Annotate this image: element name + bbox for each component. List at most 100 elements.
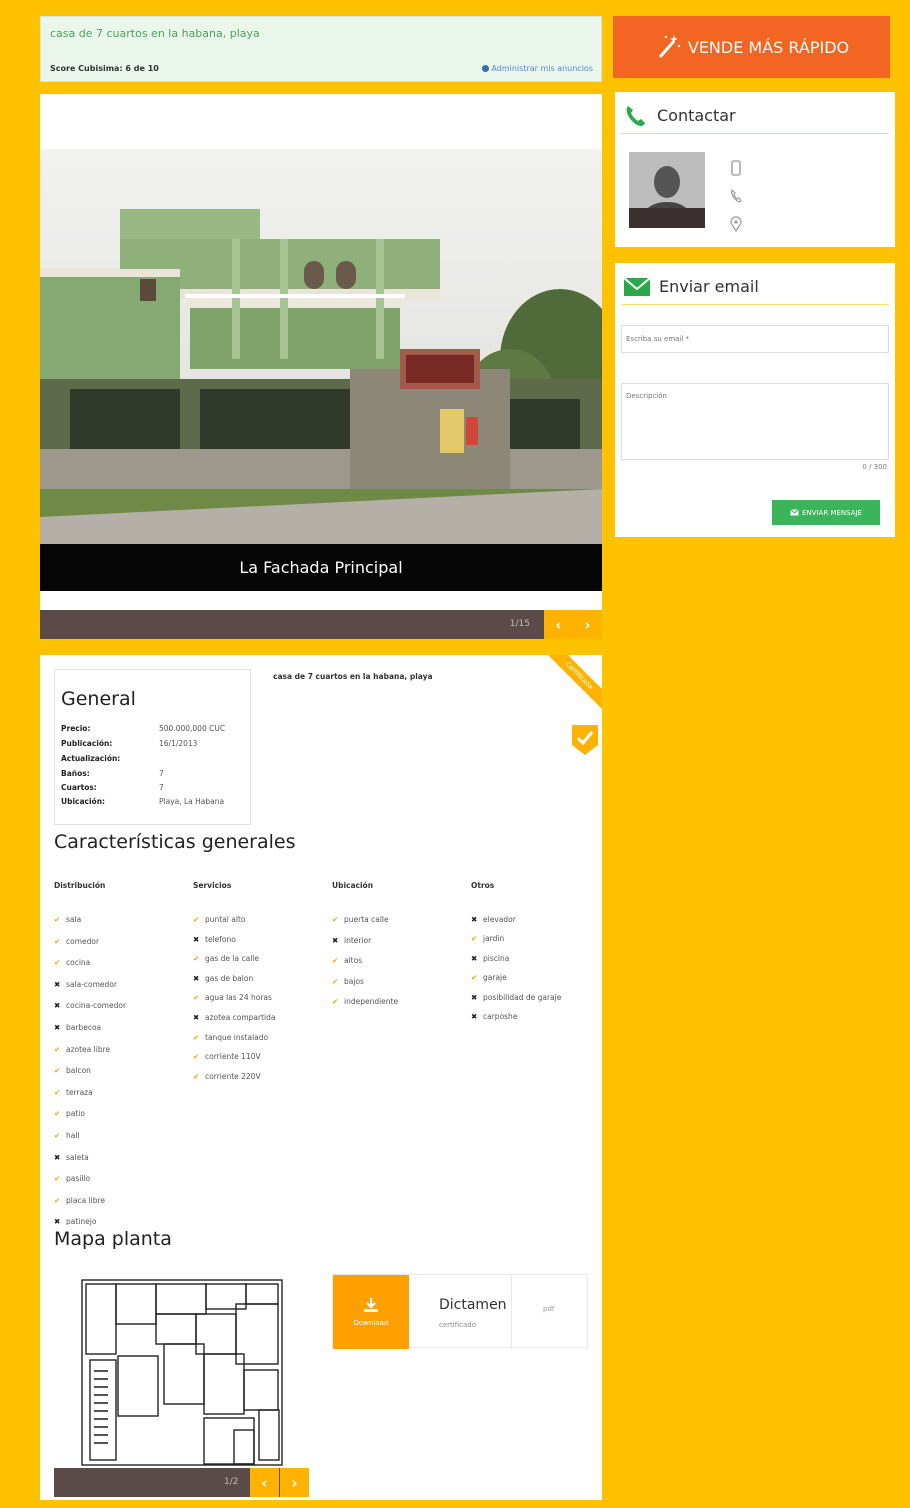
feature-label: balcon: [66, 1066, 91, 1076]
general-heading: General: [61, 688, 136, 710]
feature-item: ✔ patio: [54, 1109, 85, 1118]
general-row: Precio: 500.000,000 CUC: [61, 724, 225, 733]
feature-label: puerta calle: [344, 915, 389, 924]
plan-heading: Mapa planta: [54, 1228, 172, 1250]
check-icon: ✔: [54, 1131, 61, 1140]
check-icon: ✔: [193, 954, 200, 964]
cross-icon: ✖: [471, 915, 478, 924]
feature-item: ✖ carposhe: [471, 1012, 517, 1021]
magic-wand-icon: [658, 35, 681, 58]
feature-label: elevador: [483, 915, 516, 924]
download-icon: [364, 1298, 378, 1312]
document-extension: pdf: [543, 1305, 555, 1313]
description-field[interactable]: [621, 383, 889, 460]
feature-column-heading: Distribución: [54, 881, 106, 890]
plan-counter: 1/2: [224, 1477, 239, 1487]
feature-label: piscina: [483, 953, 510, 963]
general-row-key: Ubicación:: [61, 797, 106, 806]
check-icon: ✔: [193, 1071, 200, 1081]
feature-item: ✖ interior: [332, 936, 371, 945]
feature-item: ✖ gas de balon: [193, 974, 253, 983]
plan-prev-button[interactable]: ‹: [250, 1468, 279, 1497]
feature-label: hall: [66, 1131, 80, 1140]
check-icon: ✔: [471, 934, 478, 944]
feature-label: azotea compartida: [205, 1013, 276, 1022]
general-box: General Precio: 500.000,000 CUC Publicació…: [54, 669, 251, 825]
banner-title: casa de 7 cuartos en la habana, playa: [50, 27, 260, 40]
feature-label: pasillo: [66, 1174, 91, 1184]
cross-icon: ✖: [54, 1001, 61, 1011]
feature-item: ✔ sala: [54, 915, 81, 924]
avatar: [629, 152, 705, 228]
general-row-key: Cuartos:: [61, 783, 97, 792]
envelope-small-icon: [790, 509, 799, 516]
check-icon: ✔: [54, 958, 61, 968]
check-icon: ✔: [54, 1066, 61, 1076]
general-row-value: 500.000,000 CUC: [159, 724, 226, 733]
cross-icon: ✖: [54, 1217, 61, 1227]
feature-item: ✔ jardin: [471, 934, 504, 943]
feature-label: barbecoa: [66, 1023, 102, 1032]
gallery-next-button[interactable]: ›: [573, 610, 602, 639]
location-pin-icon[interactable]: [729, 216, 743, 232]
feature-item: ✔ cocina: [54, 958, 90, 967]
mobile-icon[interactable]: [729, 160, 743, 176]
plan-next-button[interactable]: ›: [280, 1468, 309, 1497]
floor-plan-image: [54, 1270, 309, 1468]
contact-card: Contactar: [615, 92, 895, 247]
feature-label: interior: [344, 935, 372, 945]
feature-label: jardin: [483, 934, 505, 944]
download-button[interactable]: Download: [333, 1275, 409, 1349]
score-label: Score Cubisima: 6 de 10: [50, 64, 159, 73]
admin-link-label: Administrar mis anuncios: [491, 64, 593, 73]
phone-handset-icon[interactable]: [729, 188, 743, 204]
general-row-value: 7: [159, 783, 164, 792]
floor-plan-viewer[interactable]: 1/2 ‹ ›: [54, 1270, 309, 1497]
feature-item: ✖ telefono: [193, 935, 236, 944]
feature-item: ✔ balcon: [54, 1066, 91, 1075]
general-row-value: 7: [159, 769, 164, 778]
email-field[interactable]: [621, 325, 889, 353]
feature-item: ✖ barbecoa: [54, 1023, 101, 1032]
feature-label: corriente 220V: [205, 1071, 261, 1081]
feature-item: ✖ sala-comedor: [54, 980, 117, 989]
cross-icon: ✖: [193, 934, 200, 944]
feature-item: ✔ agua las 24 horas: [193, 993, 272, 1002]
check-icon: ✔: [471, 973, 478, 983]
feature-label: placa libre: [66, 1195, 106, 1205]
download-label: Download: [353, 1319, 389, 1327]
general-row: Actualización:: [61, 754, 159, 763]
envelope-icon: [623, 276, 651, 296]
feature-item: ✖ saleta: [54, 1153, 89, 1162]
cross-icon: ✖: [54, 1152, 61, 1162]
check-icon: ✔: [332, 997, 339, 1006]
feature-label: independiente: [344, 997, 399, 1006]
feature-item: ✖ azotea compartida: [193, 1013, 276, 1022]
general-row-key: Actualización:: [61, 754, 121, 763]
feature-item: ✔ tanque instalado: [193, 1033, 268, 1042]
sell-faster-button[interactable]: VENDE MÁS RÁPIDO: [613, 16, 890, 78]
feature-item: ✔ placa libre: [54, 1196, 105, 1205]
check-icon: ✔: [54, 1109, 61, 1119]
admin-link[interactable]: Administrar mis anuncios: [482, 64, 593, 73]
document-subtitle: certificado: [439, 1321, 476, 1329]
chevron-right-icon: ›: [584, 615, 591, 634]
check-icon: ✔: [332, 915, 339, 924]
listing-title: casa de 7 cuartos en la habana, playa: [273, 672, 433, 681]
feature-label: terraza: [66, 1087, 93, 1097]
photo-caption: La Fachada Principal: [40, 544, 602, 591]
feature-label: patinejo: [66, 1217, 97, 1227]
send-message-button[interactable]: ENVIAR MENSAJE: [772, 500, 880, 525]
feature-item: ✔ hall: [54, 1131, 80, 1140]
feature-item: ✔ corriente 110V: [193, 1052, 261, 1061]
general-row: Cuartos: 7: [61, 783, 164, 792]
gallery-photo[interactable]: [40, 149, 602, 591]
general-row-value: Playa, La Habana: [159, 797, 225, 806]
feature-label: gas de balon: [205, 973, 254, 983]
feature-item: ✖ patinejo: [54, 1217, 96, 1226]
feature-item: ✔ bajos: [332, 977, 364, 986]
check-icon: ✔: [54, 915, 61, 924]
gallery-prev-button[interactable]: ‹: [544, 610, 573, 639]
certified-badge-icon: [572, 725, 598, 755]
feature-label: puntal alto: [205, 915, 246, 924]
